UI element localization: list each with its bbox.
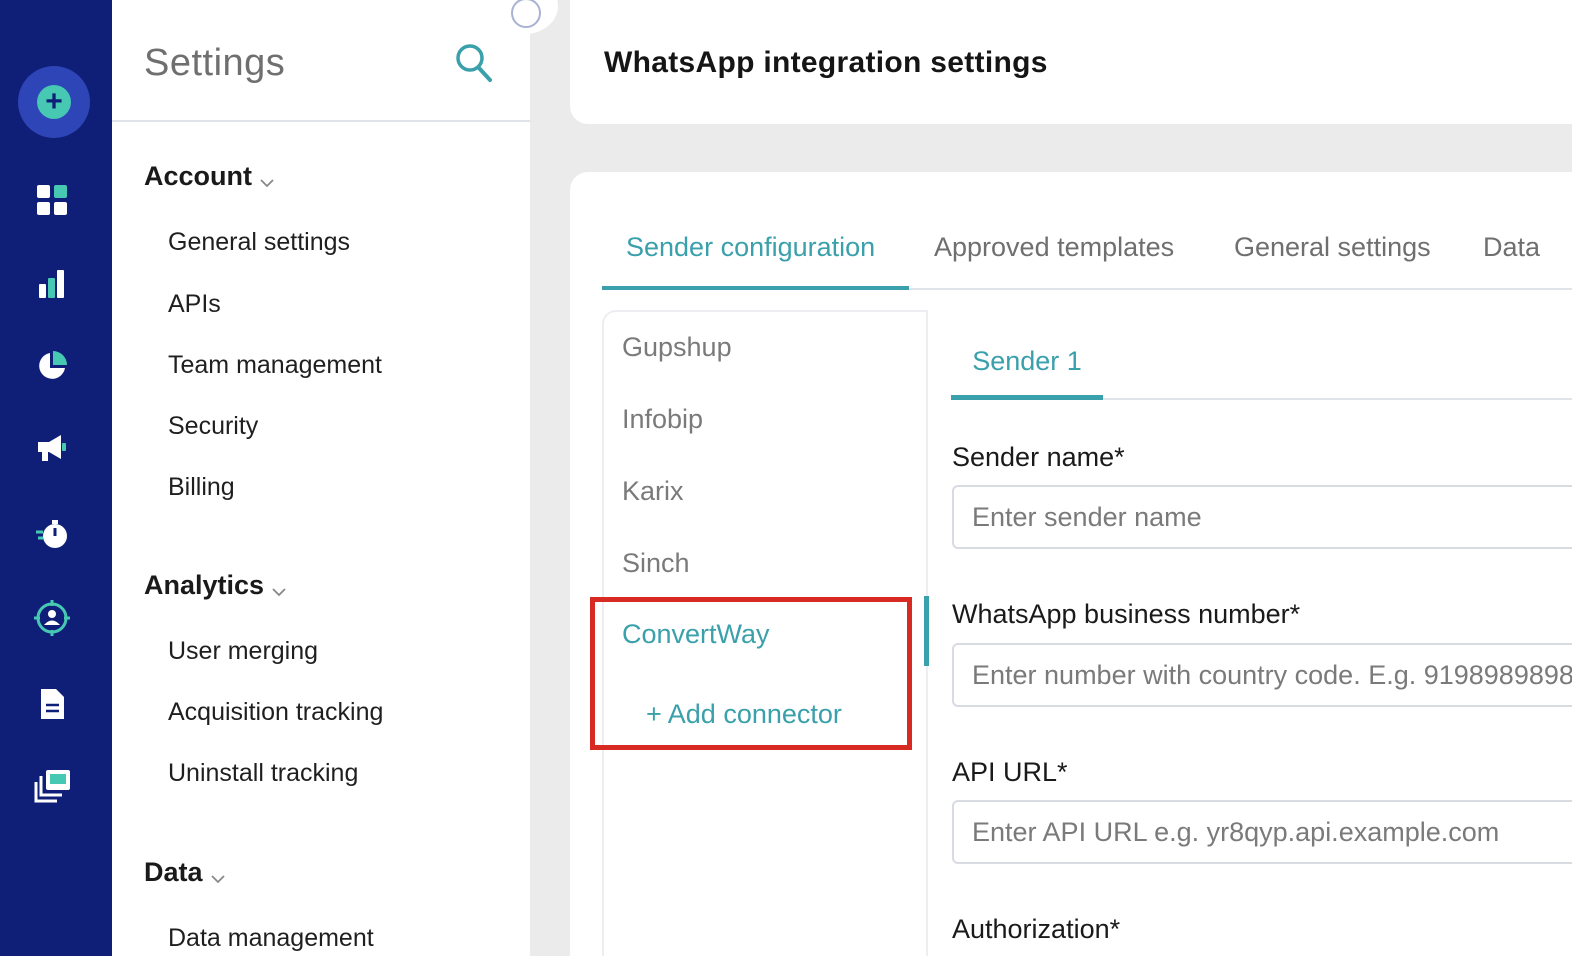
user-target-icon[interactable] <box>28 594 76 642</box>
authorization-label: Authorization* <box>952 914 1121 944</box>
gallery-icon[interactable] <box>28 762 76 810</box>
sender-tab-bar: Sender 1 <box>951 322 1572 400</box>
chevron-left-icon <box>511 0 541 28</box>
chevron-down-icon <box>260 164 274 195</box>
dashboard-icon[interactable] <box>28 176 76 224</box>
create-button[interactable]: + <box>18 66 90 138</box>
settings-panel: Settings Account General settings APIs T… <box>112 0 530 956</box>
sender-name-label: Sender name* <box>952 442 1125 472</box>
document-icon[interactable] <box>28 680 76 728</box>
nav-team-management[interactable]: Team management <box>168 351 382 380</box>
stopwatch-icon[interactable] <box>28 510 76 558</box>
nav-data-management[interactable]: Data management <box>168 924 374 953</box>
section-data[interactable]: Data <box>144 854 225 891</box>
business-number-input[interactable] <box>952 643 1572 707</box>
business-number-label: WhatsApp business number* <box>952 599 1301 629</box>
connector-gupshup[interactable]: Gupshup <box>622 332 732 363</box>
bar-chart-icon[interactable] <box>28 260 76 308</box>
active-connector-indicator <box>924 596 929 666</box>
connector-karix[interactable]: Karix <box>622 476 684 507</box>
section-account[interactable]: Account <box>144 158 274 195</box>
section-analytics[interactable]: Analytics <box>144 567 286 604</box>
section-analytics-label: Analytics <box>144 570 265 600</box>
section-data-label: Data <box>144 857 203 887</box>
tab-bar: Sender configuration Approved templates … <box>602 232 1572 290</box>
nav-user-merging[interactable]: User merging <box>168 637 318 666</box>
api-url-input[interactable] <box>952 800 1572 864</box>
api-url-label: API URL* <box>952 757 1068 787</box>
page-title: WhatsApp integration settings <box>604 46 1048 79</box>
chevron-down-icon <box>210 860 225 891</box>
nav-acquisition-tracking[interactable]: Acquisition tracking <box>168 698 383 727</box>
pie-chart-icon[interactable] <box>28 342 76 390</box>
megaphone-icon[interactable] <box>28 424 76 472</box>
nav-apis[interactable]: APIs <box>168 290 221 319</box>
page-header: WhatsApp integration settings <box>570 0 1572 124</box>
plus-icon: + <box>37 85 71 119</box>
icon-rail: + <box>0 0 112 956</box>
main-card: Sender configuration Approved templates … <box>570 172 1572 956</box>
highlight-box <box>590 597 912 750</box>
sender-name-input[interactable] <box>952 485 1572 549</box>
tab-general-settings[interactable]: General settings <box>1234 232 1431 290</box>
tab-sender-1[interactable]: Sender 1 <box>951 322 1103 400</box>
chevron-down-icon <box>272 573 286 604</box>
section-account-label: Account <box>144 161 252 191</box>
nav-uninstall-tracking[interactable]: Uninstall tracking <box>168 759 358 788</box>
connector-infobip[interactable]: Infobip <box>622 404 703 435</box>
tab-approved-templates[interactable]: Approved templates <box>934 232 1174 290</box>
nav-billing[interactable]: Billing <box>168 473 235 502</box>
nav-security[interactable]: Security <box>168 412 258 441</box>
settings-title: Settings <box>144 42 286 84</box>
connector-sinch[interactable]: Sinch <box>622 548 690 579</box>
nav-general-settings[interactable]: General settings <box>168 228 350 257</box>
search-icon[interactable] <box>454 42 494 86</box>
settings-header: Settings <box>112 0 530 122</box>
tab-data[interactable]: Data <box>1483 232 1540 290</box>
tab-sender-configuration[interactable]: Sender configuration <box>602 232 909 290</box>
